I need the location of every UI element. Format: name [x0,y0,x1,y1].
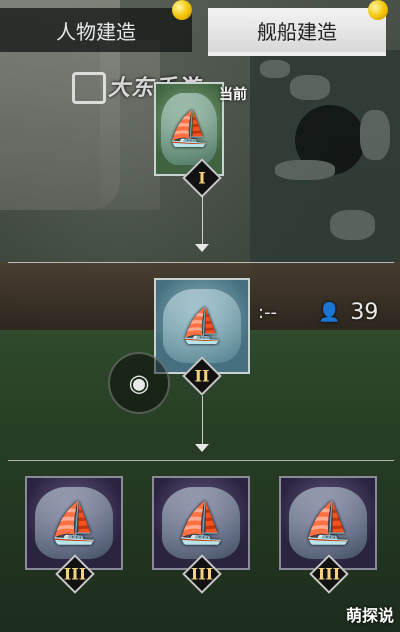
tab-label: 人物建造 [56,19,136,44]
player-count-value: 39 [350,300,379,325]
build-tabs: 人物建造 舰船建造 [0,0,400,56]
tier-numeral: I [198,168,206,188]
view-button[interactable]: ◉ [108,352,170,414]
chevron-down-icon [195,444,209,452]
connector-line [202,396,203,444]
timer-text: :-- [258,302,278,323]
watermark-logo-icon [72,72,106,104]
connector-line [202,196,203,244]
ship-icon: ⛵ [180,306,224,346]
person-icon: 👤 [318,302,341,323]
section-divider [8,262,394,263]
section-divider [8,460,394,461]
map-island [360,110,390,160]
coin-icon [368,0,388,20]
ship-icon: ⛵ [49,500,99,547]
ship-icon: ⛵ [303,500,353,547]
ship-card-tier1[interactable]: ⛵ [154,82,224,176]
tier-numeral: II [194,366,210,386]
map-island [260,60,290,78]
map-island [275,160,335,180]
ship-icon: ⛵ [176,500,226,547]
tab-character-build[interactable]: 人物建造 [0,8,192,52]
coin-icon [172,0,192,20]
player-count: 👤 39 [318,300,378,325]
chevron-down-icon [195,244,209,252]
eye-icon: ◉ [128,369,150,397]
map-island [290,75,330,100]
current-label: 当前 [219,87,247,103]
map-island [330,210,375,240]
corner-logo: 萌探说 [345,606,394,625]
tab-label: 舰船建造 [257,19,337,44]
tier-numeral: III [190,564,214,584]
ship-icon: ⛵ [167,109,211,149]
ship-sail [100,40,160,210]
tab-ship-build[interactable]: 舰船建造 [208,8,386,52]
map-panel [250,50,400,280]
tier-numeral: III [317,564,341,584]
tier-numeral: III [63,564,87,584]
tab-active-indicator [208,52,386,56]
